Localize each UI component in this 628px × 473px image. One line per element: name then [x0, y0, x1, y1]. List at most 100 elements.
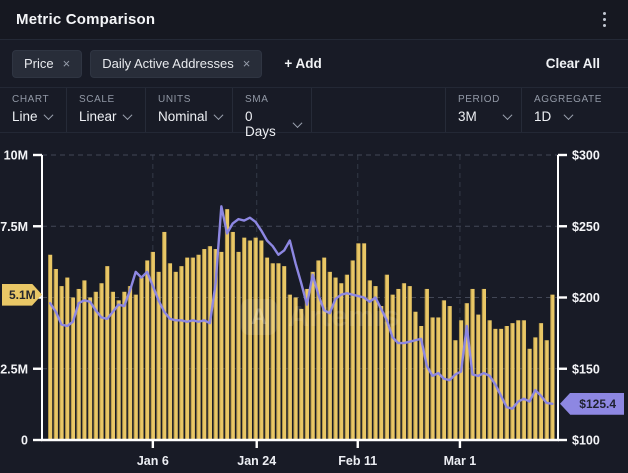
bar-edge	[465, 303, 466, 440]
bar-edge	[116, 300, 117, 440]
bar-edge	[430, 317, 431, 440]
bar-edge	[94, 292, 95, 440]
period-label: PERIOD	[458, 94, 511, 105]
right-axis-label: $300	[572, 149, 600, 163]
bar-edge	[208, 246, 209, 440]
bar-edge	[179, 266, 180, 440]
bar-edge	[379, 306, 380, 440]
bar-edge	[413, 312, 414, 440]
bar-edge	[105, 266, 106, 440]
bar-edge	[436, 317, 437, 440]
bar-edge	[516, 320, 517, 440]
right-axis-label: $250	[572, 220, 600, 234]
bar-edge	[162, 232, 163, 440]
bar-edge	[550, 295, 551, 440]
close-icon[interactable]: ×	[243, 57, 251, 70]
chart-type-dropdown[interactable]: CHART Line	[0, 88, 67, 132]
page-title: Metric Comparison	[16, 11, 155, 28]
bar-edge	[59, 286, 60, 440]
aggregate-dropdown[interactable]: AGGREGATE 1D	[521, 88, 628, 132]
bar-edge	[448, 306, 449, 440]
bar-edge	[499, 329, 500, 440]
bar-edge	[305, 289, 306, 440]
bar-edge	[533, 337, 534, 440]
left-axis-label: 2.5M	[0, 362, 28, 376]
bar-edge	[351, 260, 352, 440]
bar-edge	[145, 260, 146, 440]
bar-edge	[311, 272, 312, 440]
chevron-down-icon	[213, 110, 223, 120]
bar-edge	[265, 258, 266, 440]
x-axis-label: Mar 1	[444, 454, 477, 468]
bar-edge	[482, 289, 483, 440]
metric-chip-row: Price × Daily Active Addresses × + Add C…	[0, 40, 628, 87]
bar-edge	[71, 298, 72, 441]
bar-edge	[288, 295, 289, 440]
bar-edge	[99, 283, 100, 440]
bar-edge	[271, 263, 272, 440]
chart-type-value: Line	[12, 109, 38, 124]
bar-edge	[299, 309, 300, 440]
bar-edge	[419, 326, 420, 440]
x-axis-label: Feb 11	[338, 454, 377, 468]
bar-edge	[545, 340, 546, 440]
bar-edge	[168, 263, 169, 440]
aggregate-value: 1D	[534, 109, 551, 124]
chip-daily-active-addresses[interactable]: Daily Active Addresses ×	[90, 50, 262, 78]
chevron-down-icon	[503, 110, 513, 120]
chip-price[interactable]: Price ×	[12, 50, 82, 78]
chevron-down-icon	[122, 110, 132, 120]
bar-edge	[253, 238, 254, 440]
bar-edge	[88, 298, 89, 441]
bar-edge	[459, 320, 460, 440]
bar-edge	[505, 326, 506, 440]
bar-edge	[322, 258, 323, 440]
scale-label: SCALE	[79, 94, 135, 105]
bar-edge	[139, 278, 140, 440]
sma-dropdown[interactable]: SMA 0 Days	[233, 88, 312, 132]
bar-edge	[396, 289, 397, 440]
add-metric-button[interactable]: + Add	[284, 56, 321, 71]
bar-edge	[225, 209, 226, 440]
bars-series	[48, 209, 554, 440]
panel-header: Metric Comparison	[0, 0, 628, 40]
bar-edge	[522, 320, 523, 440]
period-value: 3M	[458, 109, 477, 124]
bar-edge	[345, 275, 346, 440]
bar-edge	[214, 249, 215, 440]
bar-edge	[236, 252, 237, 440]
bar-edge	[259, 241, 260, 441]
period-dropdown[interactable]: PERIOD 3M	[446, 88, 521, 132]
clear-all-button[interactable]: Clear All	[546, 56, 600, 71]
units-label: UNITS	[158, 94, 222, 105]
scale-dropdown[interactable]: SCALE Linear	[67, 88, 146, 132]
units-dropdown[interactable]: UNITS Nominal	[146, 88, 233, 132]
left-axis-label: 7.5M	[0, 220, 28, 234]
bar-edge	[196, 255, 197, 440]
bar-edge	[368, 280, 369, 440]
bar-edge	[390, 295, 391, 440]
scale-value: Linear	[79, 109, 117, 124]
bar-edge	[339, 283, 340, 440]
bar-edge	[453, 340, 454, 440]
bar-edge	[219, 252, 220, 440]
x-axis-label: Jan 6	[137, 454, 169, 468]
right-axis-label: $100	[572, 434, 600, 448]
bar-edge	[362, 243, 363, 440]
right-axis-label: $150	[572, 362, 600, 376]
bar-edge	[402, 283, 403, 440]
left-axis-label: 0	[21, 434, 28, 448]
close-icon[interactable]: ×	[63, 57, 71, 70]
bar-edge	[328, 272, 329, 440]
right-axis-badge: $125.4	[560, 393, 624, 415]
toolbar-spacer	[312, 88, 446, 132]
bar-edge	[231, 232, 232, 440]
bar-edge	[248, 241, 249, 441]
bar-edge	[373, 286, 374, 440]
bar-edge	[48, 255, 49, 440]
chip-price-label: Price	[24, 56, 54, 71]
bar-edge	[356, 243, 357, 440]
kebab-menu-icon[interactable]	[599, 8, 611, 32]
bar-edge	[293, 298, 294, 441]
left-axis-label: 10M	[4, 149, 28, 163]
